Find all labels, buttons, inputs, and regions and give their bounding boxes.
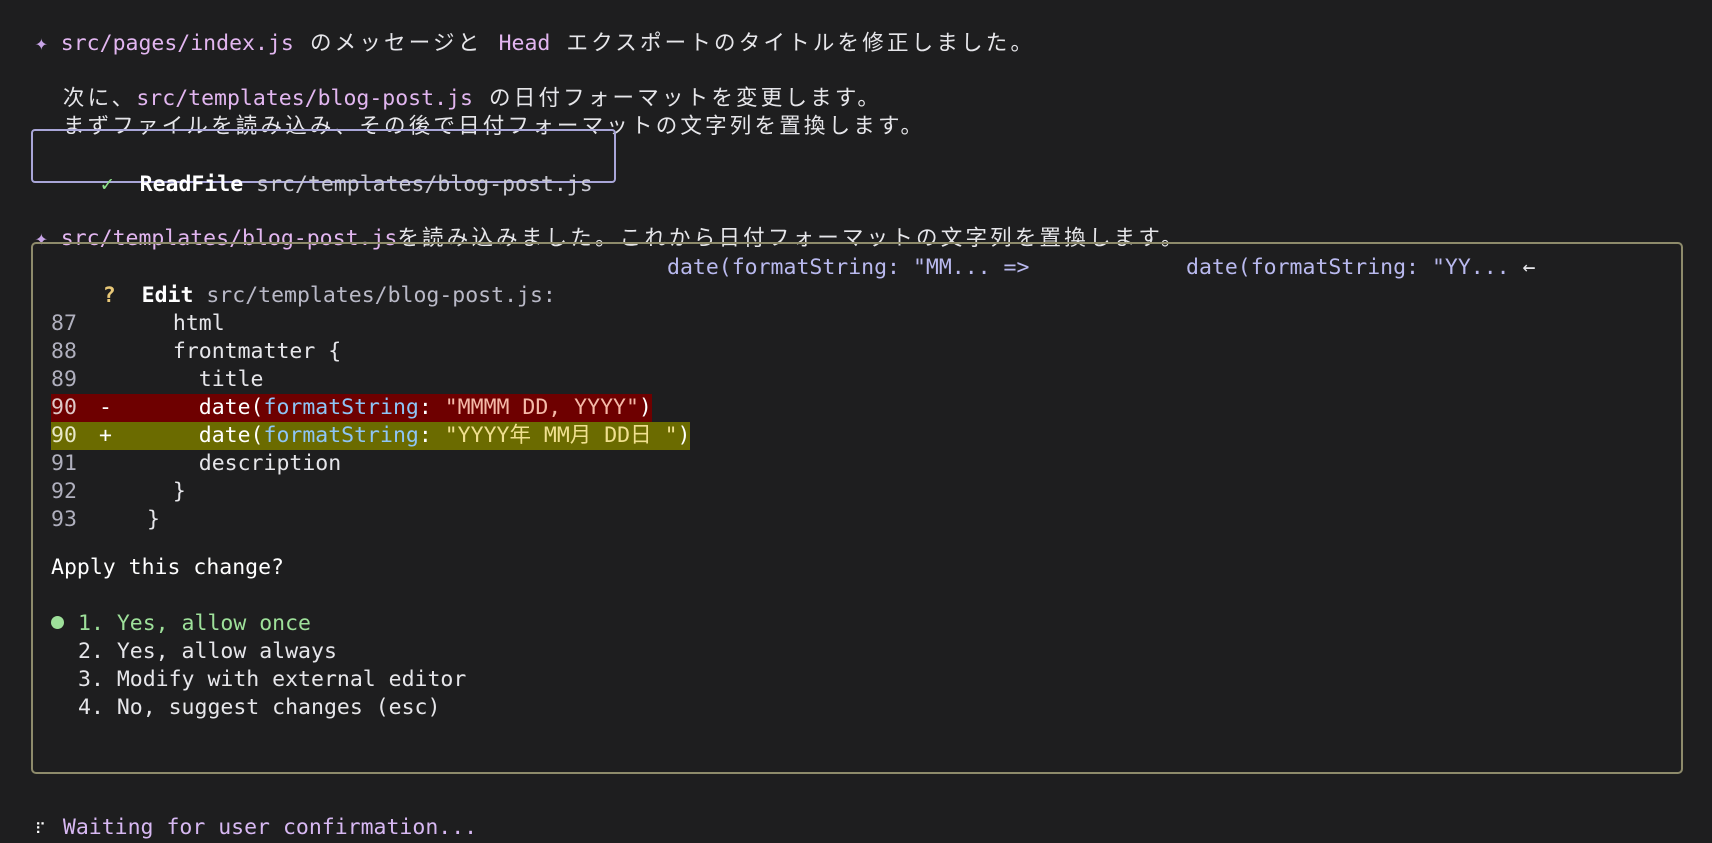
code-string: "MMMM DD, YYYY" (444, 395, 639, 420)
line-number: 93 (51, 507, 77, 532)
new-preview: date(formatString: "YY... ← (1186, 254, 1536, 282)
line-number: 88 (51, 339, 77, 364)
new-preview-text: date(formatString: "YY... (1186, 255, 1510, 280)
code-text: : (418, 395, 445, 420)
code-text: frontmatter { (147, 339, 342, 364)
assistant-message-3: まずファイルを読み込み、その後で日付フォーマットの文字列を置換します。 (37, 85, 925, 139)
option-allow-always[interactable]: 2. Yes, allow always (51, 638, 337, 666)
option-external-editor[interactable]: 3. Modify with external editor (51, 666, 466, 694)
code-text: ) (677, 423, 691, 448)
selected-dot-icon (51, 615, 64, 629)
code-line: 87 html (51, 310, 225, 338)
tool-file-path: src/templates/blog-post.js (256, 172, 593, 197)
message-text: エクスポートのタイトルを修正しました。 (550, 31, 1036, 56)
code-line: 89 title (51, 366, 264, 394)
tool-label: Edit (141, 283, 194, 308)
code-text: } (147, 507, 160, 532)
line-number: 92 (51, 479, 77, 504)
code-text: } (147, 479, 186, 504)
minus-sign: - (99, 395, 112, 420)
line-number: 90 (51, 395, 77, 420)
line-number: 91 (51, 451, 77, 476)
message-text: のメッセージと (293, 31, 499, 56)
readfile-tool-box: ✓ ReadFile src/templates/blog-post.js (31, 129, 616, 197)
spinner-icon: ⠏ (34, 820, 46, 838)
file-path: src/pages/index.js (60, 31, 294, 56)
line-number: 89 (51, 367, 77, 392)
status-line: ⠏ Waiting for user confirmation... (9, 786, 477, 843)
removed-code-line: 90- date(formatString: "MMMM DD, YYYY") (51, 394, 652, 422)
option-label: 1. Yes, allow once (78, 611, 311, 636)
option-label: 4. No, suggest changes (esc) (78, 695, 441, 720)
question-icon: ? (102, 283, 116, 308)
plus-sign: + (99, 423, 112, 448)
code-attr: formatString (263, 423, 419, 448)
added-code-line: 90 + date(formatString: "YYYY年 MM月 DD日 ") (51, 422, 691, 450)
code-text: : (418, 423, 445, 448)
code-text: ) (638, 395, 652, 420)
edit-confirmation-box: ? Edit src/templates/blog-post.js: date(… (31, 242, 1683, 774)
assistant-message-4: ✦ src/templates/blog-post.jsを読み込みました。これか… (9, 197, 1186, 251)
line-number: 87 (51, 311, 77, 336)
code-line: 91 description (51, 450, 341, 478)
code-text: date( (147, 395, 264, 420)
edit-file-path: src/templates/blog-post.js: (206, 283, 556, 308)
apply-question: Apply this change? (51, 555, 284, 580)
old-preview: date(formatString: "MM... => (667, 255, 1030, 280)
arrow-left-icon: ← (1522, 255, 1536, 280)
code-text: title (147, 367, 264, 392)
sparkle-icon: ✦ (34, 31, 48, 56)
option-label: 2. Yes, allow always (78, 639, 337, 664)
code-attr: formatString (263, 395, 419, 420)
code-line: 92 } (51, 478, 186, 506)
check-icon: ✓ (100, 172, 114, 197)
code-line: 93} (51, 506, 160, 534)
head-keyword: Head (498, 31, 551, 56)
option-allow-once[interactable]: 1. Yes, allow once (51, 610, 311, 638)
option-label: 3. Modify with external editor (78, 667, 467, 692)
code-text: date( (147, 423, 264, 448)
code-text: description (147, 451, 342, 476)
code-line: 88 frontmatter { (51, 338, 341, 366)
assistant-message-2: 次に、src/templates/blog-post.js の日付フォーマットを… (37, 57, 882, 111)
line-number: 90 (51, 423, 77, 448)
assistant-message-1: ✦ src/pages/index.js のメッセージと Head エクスポート… (9, 2, 1035, 56)
code-text: html (147, 311, 225, 336)
tool-label: ReadFile (139, 172, 244, 197)
option-suggest-changes[interactable]: 4. No, suggest changes (esc) (51, 694, 440, 722)
code-string: "YYYY年 MM月 DD日 " (444, 423, 678, 448)
